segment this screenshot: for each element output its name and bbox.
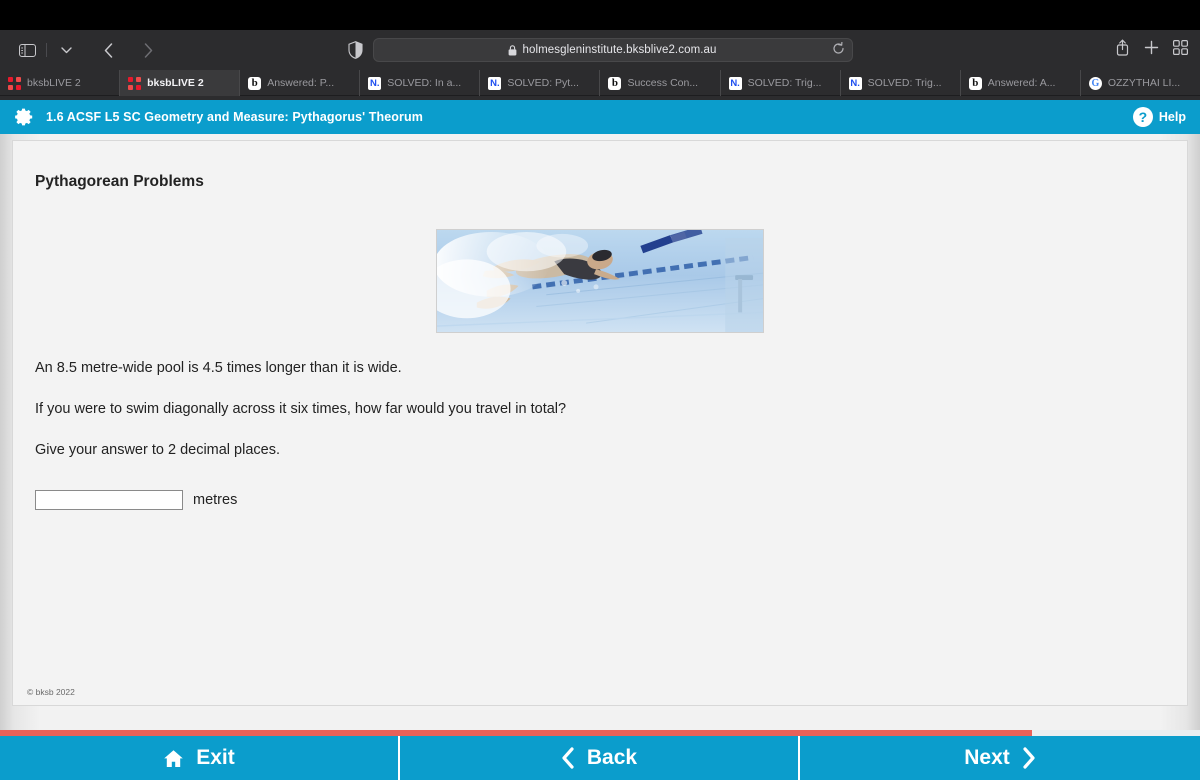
- browser-window: holmesgleninstitute.bksblive2.com.au bks…: [0, 0, 1200, 780]
- numerade-icon: N.: [848, 76, 862, 90]
- browser-tab-8[interactable]: b Answered: A...: [961, 70, 1081, 96]
- unit-label: metres: [193, 492, 238, 508]
- toolbar-center-group: holmesgleninstitute.bksblive2.com.au: [0, 38, 1200, 62]
- tab-label: SOLVED: Trig...: [867, 77, 942, 89]
- toolbar-right-group: [1115, 39, 1189, 61]
- question-heading: Pythagorean Problems: [35, 173, 204, 190]
- answer-input[interactable]: [35, 490, 183, 510]
- lock-icon: [508, 44, 517, 56]
- copyright-text: © bksb 2022: [27, 687, 75, 697]
- tab-label: SOLVED: Trig...: [747, 77, 822, 89]
- next-button[interactable]: Next: [800, 736, 1200, 780]
- browser-tab-1[interactable]: bksbLIVE 2: [120, 70, 241, 96]
- app-header: 1.6 ACSF L5 SC Geometry and Measure: Pyt…: [0, 100, 1200, 134]
- tab-label: bksbLIVE 2: [27, 77, 81, 89]
- google-icon: G: [1088, 76, 1102, 90]
- browser-tab-9[interactable]: G OZZYTHAI LI...: [1081, 70, 1200, 96]
- numerade-icon: N.: [728, 76, 742, 90]
- help-label: Help: [1158, 110, 1186, 124]
- tab-label: Answered: A...: [987, 77, 1056, 89]
- browser-tab-4[interactable]: N. SOLVED: Pyt...: [480, 70, 601, 96]
- question-mark-icon: ?: [1132, 107, 1153, 127]
- back-button[interactable]: Back: [400, 736, 800, 780]
- browser-tab-5[interactable]: b Success Con...: [600, 70, 721, 96]
- numerade-icon: N.: [368, 76, 382, 90]
- home-icon: [163, 749, 184, 768]
- page-title: 1.6 ACSF L5 SC Geometry and Measure: Pyt…: [46, 110, 423, 124]
- page-body: Pythagorean Problems An 8.5 metre-wide p…: [0, 134, 1200, 780]
- brainly-icon: b: [248, 76, 262, 90]
- tab-label: OZZYTHAI LI...: [1107, 77, 1181, 89]
- address-bar[interactable]: holmesgleninstitute.bksblive2.com.au: [372, 38, 853, 62]
- tab-strip: bksbLIVE 2 bksbLIVE 2 b Answered: P... N. SOL…: [0, 70, 1200, 96]
- help-button[interactable]: ? Help: [1132, 107, 1186, 127]
- answer-row: metres: [35, 490, 237, 510]
- next-label: Next: [964, 746, 1010, 769]
- tab-label: SOLVED: In a...: [387, 77, 462, 89]
- browser-tab-0[interactable]: bksbLIVE 2: [0, 70, 121, 96]
- gear-icon[interactable]: [14, 107, 34, 127]
- question-line-3: Give your answer to 2 decimal places.: [35, 442, 280, 458]
- tab-label: Success Con...: [627, 77, 699, 89]
- browser-tab-3[interactable]: N. SOLVED: In a...: [360, 70, 481, 96]
- browser-tab-7[interactable]: N. SOLVED: Trig...: [841, 70, 961, 96]
- content-card: Pythagorean Problems An 8.5 metre-wide p…: [12, 140, 1188, 706]
- browser-tab-6[interactable]: N. SOLVED: Trig...: [721, 70, 841, 96]
- chevron-left-icon: [561, 747, 575, 769]
- privacy-shield-icon[interactable]: [347, 41, 363, 59]
- tab-label: bksbLIVE 2: [147, 77, 204, 89]
- tab-label: SOLVED: Pyt...: [507, 77, 579, 89]
- numerade-icon: N.: [488, 76, 502, 90]
- share-icon[interactable]: [1115, 39, 1130, 61]
- exit-button[interactable]: Exit: [0, 736, 400, 780]
- exit-label: Exit: [196, 746, 235, 769]
- tab-overview-icon[interactable]: [1173, 40, 1189, 60]
- chevron-right-icon: [1022, 747, 1036, 769]
- browser-toolbar: holmesgleninstitute.bksblive2.com.au: [0, 30, 1200, 70]
- brainly-icon: b: [968, 76, 982, 90]
- bottom-nav: Exit Back Next: [0, 736, 1200, 780]
- question-line-2: If you were to swim diagonally across it…: [35, 401, 567, 417]
- plus-icon[interactable]: [1144, 40, 1159, 60]
- back-label: Back: [586, 746, 638, 769]
- browser-tab-2[interactable]: b Answered: P...: [240, 70, 361, 96]
- question-line-1: An 8.5 metre-wide pool is 4.5 times long…: [35, 360, 402, 376]
- tab-label: Answered: P...: [267, 77, 335, 89]
- swimmer-underwater-photo: [436, 229, 764, 333]
- url-text: holmesgleninstitute.bksblive2.com.au: [522, 44, 717, 56]
- brainly-icon: b: [608, 76, 622, 90]
- browser-chrome: holmesgleninstitute.bksblive2.com.au bks…: [0, 30, 1200, 100]
- bksb-icon: [8, 76, 21, 90]
- bksb-icon: [128, 76, 142, 90]
- reload-icon[interactable]: [832, 41, 845, 58]
